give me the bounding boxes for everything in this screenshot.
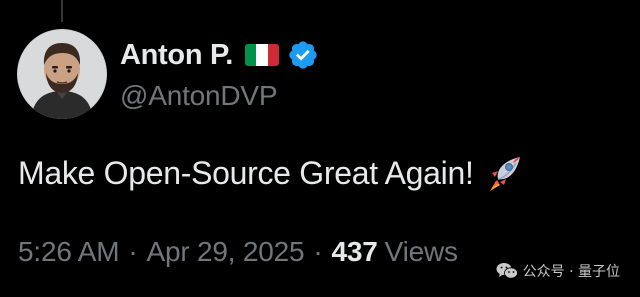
tweet-text: Make Open-Source Great Again! — [18, 154, 474, 191]
tweet-date[interactable]: Apr 29, 2025 — [146, 236, 304, 268]
thread-connector-line — [61, 0, 63, 22]
tweet-time[interactable]: 5:26 AM — [18, 236, 120, 268]
author-display-name[interactable]: Anton P. — [120, 39, 233, 72]
avatar-image — [17, 29, 107, 119]
wechat-watermark: 公众号 · 量子位 — [491, 258, 624, 284]
tweet-body: Make Open-Source Great Again! — [18, 151, 526, 195]
views-label: Views — [384, 236, 458, 267]
tweet-metadata: 5:26 AM · Apr 29, 2025 · 437 Views — [18, 236, 458, 268]
author-name-row: Anton P. — [120, 36, 319, 74]
author-handle[interactable]: @AntonDVP — [120, 80, 278, 112]
rocket-icon — [489, 157, 520, 191]
watermark-text: 公众号 · 量子位 — [522, 264, 620, 280]
wechat-icon — [496, 263, 518, 279]
views-count: 437 — [331, 236, 378, 267]
meta-separator: · — [128, 236, 138, 267]
italy-flag-icon — [245, 44, 280, 66]
avatar[interactable] — [17, 29, 107, 119]
meta-separator: · — [313, 236, 323, 267]
verified-badge-icon[interactable] — [287, 39, 319, 71]
